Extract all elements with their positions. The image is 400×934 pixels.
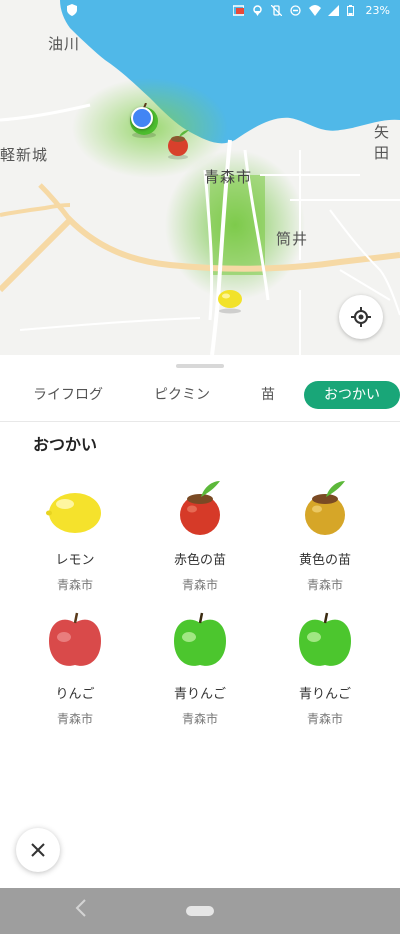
signal-icon xyxy=(327,5,339,16)
list-item[interactable]: レモン 青森市 xyxy=(15,477,135,593)
my-location-button[interactable] xyxy=(339,295,383,339)
map-lemon-icon[interactable] xyxy=(214,286,246,318)
bottom-sheet: ライフログ ピクミン 苗 おつかい おつかい レモン 青森市 赤色の苗 青森市 … xyxy=(0,355,400,888)
map-red-seedling-icon[interactable] xyxy=(162,128,194,164)
red-apple-icon xyxy=(15,611,135,671)
system-nav-bar xyxy=(0,888,400,934)
tab-pikmin[interactable]: ピクミン xyxy=(134,381,230,409)
list-item[interactable]: 赤色の苗 青森市 xyxy=(140,477,260,593)
tab-errands[interactable]: おつかい xyxy=(304,381,400,409)
sheet-drag-handle[interactable] xyxy=(176,364,224,368)
battery-icon xyxy=(346,5,358,16)
green-apple-icon xyxy=(265,611,385,671)
map-label-aburakawa: 油川 xyxy=(48,35,81,53)
tab-lifelog[interactable]: ライフログ xyxy=(20,381,116,409)
lemon-icon xyxy=(15,477,135,537)
do-not-disturb-icon xyxy=(289,5,301,16)
wifi-icon xyxy=(308,5,321,16)
close-icon xyxy=(31,843,45,857)
item-place: 青森市 xyxy=(56,578,93,592)
map-view[interactable]: 23% 油川 軽新城 青森市 筒井 矢田 xyxy=(0,0,400,355)
map-label-tsugaru-shinjo: 軽新城 xyxy=(0,146,49,164)
item-place: 青森市 xyxy=(181,578,218,592)
item-name: 黄色の苗 xyxy=(298,553,351,568)
section-title: おつかい xyxy=(33,435,98,454)
item-place: 青森市 xyxy=(306,712,343,726)
close-button[interactable] xyxy=(16,828,60,872)
tab-seedlings[interactable]: 苗 xyxy=(245,381,291,409)
list-item[interactable]: 青りんご 青森市 xyxy=(140,611,260,727)
item-name: 青りんご xyxy=(173,687,226,702)
item-place: 青森市 xyxy=(56,712,93,726)
item-name: 青りんご xyxy=(298,687,351,702)
green-apple-icon xyxy=(140,611,260,671)
cast-icon xyxy=(231,5,245,16)
battery-percent: 23% xyxy=(365,4,390,17)
back-chevron-icon[interactable] xyxy=(75,898,87,923)
list-item[interactable]: りんご 青森市 xyxy=(15,611,135,727)
item-name: 赤色の苗 xyxy=(173,553,226,568)
location-icon xyxy=(252,5,263,16)
list-item[interactable]: 黄色の苗 青森市 xyxy=(265,477,385,593)
user-location-dot xyxy=(131,107,153,129)
item-place: 青森市 xyxy=(181,712,218,726)
shield-icon xyxy=(66,4,78,19)
map-label-aomori-shi: 青森市 xyxy=(204,168,253,186)
list-item[interactable]: 青りんご 青森市 xyxy=(265,611,385,727)
item-name: レモン xyxy=(55,553,95,568)
tab-bar: ライフログ ピクミン 苗 おつかい xyxy=(0,377,400,413)
item-place: 青森市 xyxy=(306,578,343,592)
vibrate-off-icon xyxy=(270,4,283,17)
tabs-divider xyxy=(0,421,400,422)
home-pill-button[interactable] xyxy=(186,906,214,916)
red-seedling-icon xyxy=(140,477,260,537)
item-name: りんご xyxy=(55,687,95,702)
map-label-yata: 矢田 xyxy=(374,123,391,162)
status-bar: 23% xyxy=(0,0,400,24)
crosshair-icon xyxy=(351,307,371,327)
map-label-tsutsui: 筒井 xyxy=(276,230,309,248)
yellow-seedling-icon xyxy=(265,477,385,537)
